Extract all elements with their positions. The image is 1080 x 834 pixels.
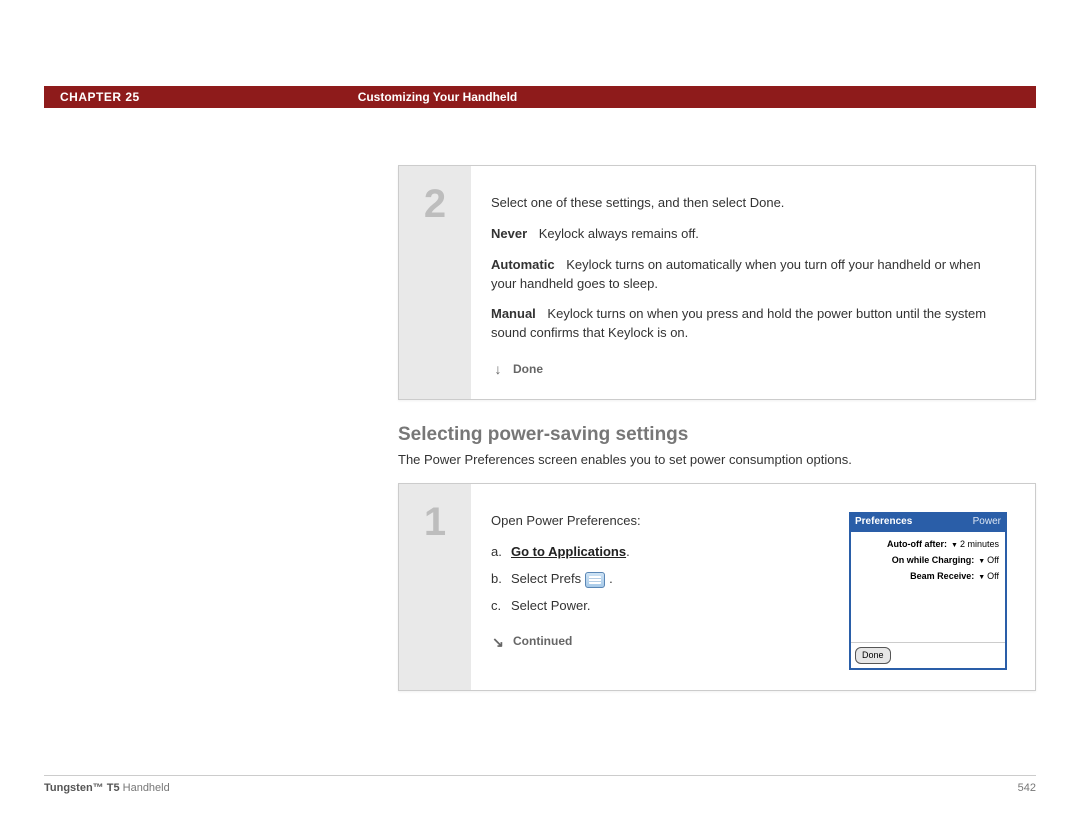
option-label: Manual — [491, 306, 536, 321]
palm-value: Off — [978, 554, 999, 567]
section-heading: Selecting power-saving settings — [398, 424, 1036, 446]
page-content: 2 Select one of these settings, and then… — [398, 165, 1036, 715]
palm-screenshot: Preferences Power Auto-off after: 2 minu… — [849, 512, 1007, 670]
option-automatic: Automatic Keylock turns on automatically… — [491, 256, 1007, 294]
palm-done-button: Done — [855, 647, 891, 664]
chapter-header: CHAPTER 25 Customizing Your Handheld — [44, 86, 1036, 108]
option-desc: Keylock turns on when you press and hold… — [491, 306, 986, 340]
substep-text: Select Prefs — [511, 570, 581, 589]
palm-row-beam: Beam Receive: Off — [857, 570, 999, 583]
palm-value: 2 minutes — [951, 538, 999, 551]
down-arrow-icon — [491, 359, 505, 379]
substep-prefix: c. — [491, 597, 511, 616]
step-number: 2 — [424, 184, 446, 399]
substep-c: c. Select Power. — [491, 597, 829, 616]
substep-a: a. Go to Applications . — [491, 543, 829, 562]
step-body: Select one of these settings, and then s… — [471, 166, 1035, 399]
option-label: Never — [491, 226, 527, 241]
sub-steps: a. Go to Applications . b. Select Prefs … — [491, 543, 829, 616]
go-to-applications-link[interactable]: Go to Applications — [511, 543, 626, 562]
step-intro: Select one of these settings, and then s… — [491, 194, 1007, 213]
palm-footer: Done — [851, 642, 1005, 668]
done-label: Done — [513, 361, 543, 378]
step-number-column: 1 — [399, 484, 471, 690]
continued-label: Continued — [513, 633, 572, 650]
product-name: Tungsten™ T5 Handheld — [44, 782, 170, 794]
substep-prefix: b. — [491, 570, 511, 589]
palm-row-charging: On while Charging: Off — [857, 554, 999, 567]
option-never: Never Keylock always remains off. — [491, 225, 1007, 244]
continued-arrow-icon — [491, 632, 505, 652]
option-desc: Keylock turns on automatically when you … — [491, 257, 981, 291]
substep-text: Select Power. — [511, 597, 591, 616]
chapter-title: Customizing Your Handheld — [358, 90, 518, 104]
palm-title-left: Preferences — [855, 515, 912, 530]
product-rest: Handheld — [120, 782, 170, 794]
step-text: Select one of these settings, and then s… — [491, 194, 1007, 379]
step-intro: Open Power Preferences: — [491, 512, 829, 531]
step-text: Open Power Preferences: a. Go to Applica… — [491, 512, 829, 670]
substep-b: b. Select Prefs . — [491, 570, 829, 589]
step-body: Open Power Preferences: a. Go to Applica… — [471, 484, 1035, 690]
continued-marker: Continued — [491, 632, 829, 652]
palm-key: On while Charging: — [892, 554, 975, 567]
product-bold: Tungsten™ T5 — [44, 782, 120, 794]
palm-key: Beam Receive: — [910, 570, 974, 583]
option-desc: Keylock always remains off. — [539, 226, 699, 241]
substep-suffix: . — [626, 543, 630, 562]
substep-prefix: a. — [491, 543, 511, 562]
step-box-2: 2 Select one of these settings, and then… — [398, 165, 1036, 400]
chapter-number: CHAPTER 25 — [60, 90, 140, 104]
substep-suffix: . — [609, 570, 613, 589]
step-box-1: 1 Open Power Preferences: a. Go to Appli… — [398, 483, 1036, 691]
prefs-icon — [585, 572, 605, 588]
palm-title-right: Power — [973, 515, 1001, 530]
option-label: Automatic — [491, 257, 555, 272]
option-manual: Manual Keylock turns on when you press a… — [491, 305, 1007, 343]
page-number: 542 — [1018, 782, 1036, 794]
step-number-column: 2 — [399, 166, 471, 399]
page-footer: Tungsten™ T5 Handheld 542 — [44, 775, 1036, 794]
palm-value: Off — [978, 570, 999, 583]
palm-titlebar: Preferences Power — [851, 514, 1005, 532]
palm-body: Auto-off after: 2 minutes On while Charg… — [851, 532, 1005, 642]
done-marker: Done — [491, 359, 1007, 379]
palm-key: Auto-off after: — [887, 538, 947, 551]
section-subtext: The Power Preferences screen enables you… — [398, 452, 1036, 467]
step-number: 1 — [424, 502, 446, 690]
palm-row-autooff: Auto-off after: 2 minutes — [857, 538, 999, 551]
